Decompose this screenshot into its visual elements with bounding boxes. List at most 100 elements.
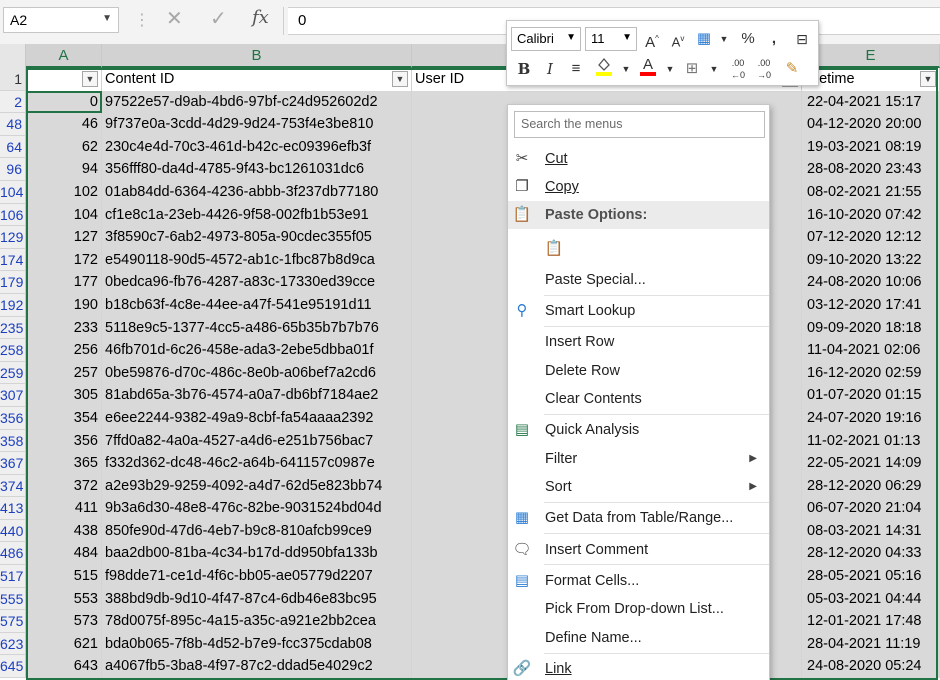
cell-datetime[interactable]: 22-05-2021 14:09 [802,452,940,475]
menu-item-delete-row[interactable]: Delete Row [508,357,769,385]
enter-check-icon[interactable]: ✓ [210,6,227,31]
row-header[interactable]: 374 [0,474,26,498]
cell-index[interactable]: 94 [26,158,102,181]
cell-content-id[interactable]: f332d362-dc48-46c2-a64b-641157c0987e [102,452,412,475]
cell-content-id[interactable]: e5490118-90d5-4572-ab1c-1fbc87b8d9ca [102,248,412,272]
cell-index[interactable]: 127 [26,226,102,249]
cell-datetime[interactable]: 24-08-2020 05:24 [802,655,940,679]
menu-search-input[interactable]: Search the menus [514,111,765,138]
cell-datetime[interactable]: 28-12-2020 06:29 [802,474,940,498]
cell-datetime[interactable]: 16-12-2020 02:59 [802,361,940,385]
column-header-e[interactable]: E [802,44,940,68]
increase-decimal-icon[interactable]: .00 ←0 [727,57,749,81]
row-header[interactable]: 623 [0,632,26,656]
cell-datetime[interactable]: 28-08-2020 23:43 [802,158,940,181]
menu-item-smart-lookup[interactable]: ⚲ Smart Lookup [508,297,769,325]
cell-index[interactable]: 365 [26,452,102,475]
table-header-cell[interactable]: atetime ▼ [802,68,940,91]
menu-item-define-name[interactable]: Define Name... [508,624,769,652]
filter-dropdown-icon[interactable]: ▼ [392,71,408,87]
format-painter-icon[interactable]: ✎ [781,57,803,81]
menu-item-sort[interactable]: Sort ▶ [508,473,769,501]
cell-index[interactable]: 104 [26,203,102,227]
decrease-font-size-icon[interactable]: Av [667,27,689,51]
cell-content-id[interactable]: 356fff80-da4d-4785-9f43-bc1261031dc6 [102,158,412,181]
row-header[interactable]: 486 [0,542,26,566]
cell-index[interactable]: 411 [26,497,102,520]
row-header[interactable]: 192 [0,293,26,317]
row-header[interactable]: 129 [0,226,26,249]
row-header[interactable]: 96 [0,158,26,181]
menu-item-pick-dropdown[interactable]: Pick From Drop-down List... [508,595,769,623]
menu-item-get-data[interactable]: ▦ Get Data from Table/Range... [508,504,769,532]
cell-content-id[interactable]: baa2db00-81ba-4c34-b17d-dd950bfa133b [102,542,412,566]
menu-item-link[interactable]: 🔗 Link [508,655,769,680]
chevron-down-icon[interactable]: ▼ [659,57,681,81]
insert-function-icon[interactable]: fx [252,7,269,28]
cell-content-id[interactable]: 0be59876-d70c-486c-8e0b-a06bef7a2cd6 [102,361,412,385]
cell-content-id[interactable]: 850fe90d-47d6-4eb7-b9c8-810afcb99ce9 [102,519,412,543]
row-header[interactable]: 258 [0,339,26,362]
cell-index[interactable]: 177 [26,271,102,294]
row-header[interactable]: 179 [0,271,26,294]
cell-index[interactable]: 484 [26,542,102,566]
row-header[interactable]: 575 [0,610,26,633]
row-header[interactable]: 1 [0,68,26,91]
cell-datetime[interactable]: 01-07-2020 01:15 [802,384,940,407]
cell-datetime[interactable]: 04-12-2020 20:00 [802,113,940,136]
cell-content-id[interactable]: 0bedca96-fb76-4287-a83c-17330ed39cce [102,271,412,294]
row-header[interactable]: 106 [0,203,26,227]
borders-icon[interactable]: ⊞ [681,57,703,81]
cell-index[interactable]: 621 [26,632,102,656]
cell-index[interactable]: 190 [26,293,102,317]
cell-content-id[interactable]: b18cb63f-4c8e-44ee-a47f-541e95191d11 [102,293,412,317]
cell-index[interactable]: 102 [26,180,102,204]
cell-content-id[interactable]: 3f8590c7-6ab2-4973-805a-90cdec355f05 [102,226,412,249]
chevron-down-icon[interactable]: ▼ [713,27,735,51]
fill-color-icon[interactable] [593,55,615,79]
row-header[interactable]: 259 [0,361,26,385]
cell-index[interactable]: 573 [26,610,102,633]
cell-datetime[interactable]: 12-01-2021 17:48 [802,610,940,633]
cell-content-id[interactable]: 97522e57-d9ab-4bd6-97bf-c24d952602d2 [102,90,412,114]
font-color-icon[interactable]: A [637,55,659,79]
cell-index[interactable]: 438 [26,519,102,543]
row-header[interactable]: 174 [0,248,26,272]
cell-content-id[interactable]: 81abd65a-3b76-4574-a0a7-db6bf7184ae2 [102,384,412,407]
cell-index[interactable]: 256 [26,339,102,362]
filter-dropdown-icon[interactable]: ▼ [82,71,98,87]
cell-datetime[interactable]: 07-12-2020 12:12 [802,226,940,249]
row-header[interactable]: 104 [0,180,26,204]
cell-index[interactable]: 46 [26,113,102,136]
cell-content-id[interactable]: 78d0075f-895c-4a15-a35c-a921e2bb2cea [102,610,412,633]
row-header[interactable]: 356 [0,406,26,430]
cell-datetime[interactable]: 05-03-2021 04:44 [802,587,940,611]
cell-index[interactable]: 643 [26,655,102,679]
row-header[interactable]: 440 [0,519,26,543]
row-header[interactable]: 307 [0,384,26,407]
name-box[interactable]: A2 ▼ [3,7,119,33]
chevron-down-icon[interactable]: ▼ [102,13,112,24]
table-header-cell[interactable]: Content ID ▼ [102,68,412,91]
menu-item-clear-contents[interactable]: Clear Contents [508,385,769,413]
cell-content-id[interactable]: f98dde71-ce1d-4f6c-bb05-ae05779d2207 [102,565,412,588]
row-header[interactable]: 358 [0,429,26,453]
table-header-cell[interactable]: ▼ [26,68,102,91]
cell-content-id[interactable]: 230c4e4d-70c3-461d-b42c-ec09396efb3f [102,135,412,159]
cell-datetime[interactable]: 24-08-2020 10:06 [802,271,940,294]
cell-content-id[interactable]: 9f737e0a-3cdd-4d29-9d24-753f4e3be810 [102,113,412,136]
number-format-icon[interactable]: ▦ [693,27,715,51]
filter-dropdown-icon[interactable]: ▼ [920,71,936,87]
cell-datetime[interactable]: 24-07-2020 19:16 [802,406,940,430]
cell-index[interactable]: 257 [26,361,102,385]
menu-item-cut[interactable]: ✂ Cut [508,145,769,173]
cell-datetime[interactable]: 19-03-2021 08:19 [802,135,940,159]
cell-content-id[interactable]: 01ab84dd-6364-4236-abbb-3f237db77180 [102,180,412,204]
comma-style-icon[interactable]: , [763,27,785,51]
cell-datetime[interactable]: 22-04-2021 15:17 [802,90,940,114]
cell-index[interactable]: 305 [26,384,102,407]
chevron-down-icon[interactable]: ▼ [703,57,725,81]
font-size-select[interactable]: 11 ▼ [585,27,637,51]
cell-content-id[interactable]: e6ee2244-9382-49a9-8cbf-fa54aaaa2392 [102,406,412,430]
row-header[interactable]: 48 [0,113,26,136]
